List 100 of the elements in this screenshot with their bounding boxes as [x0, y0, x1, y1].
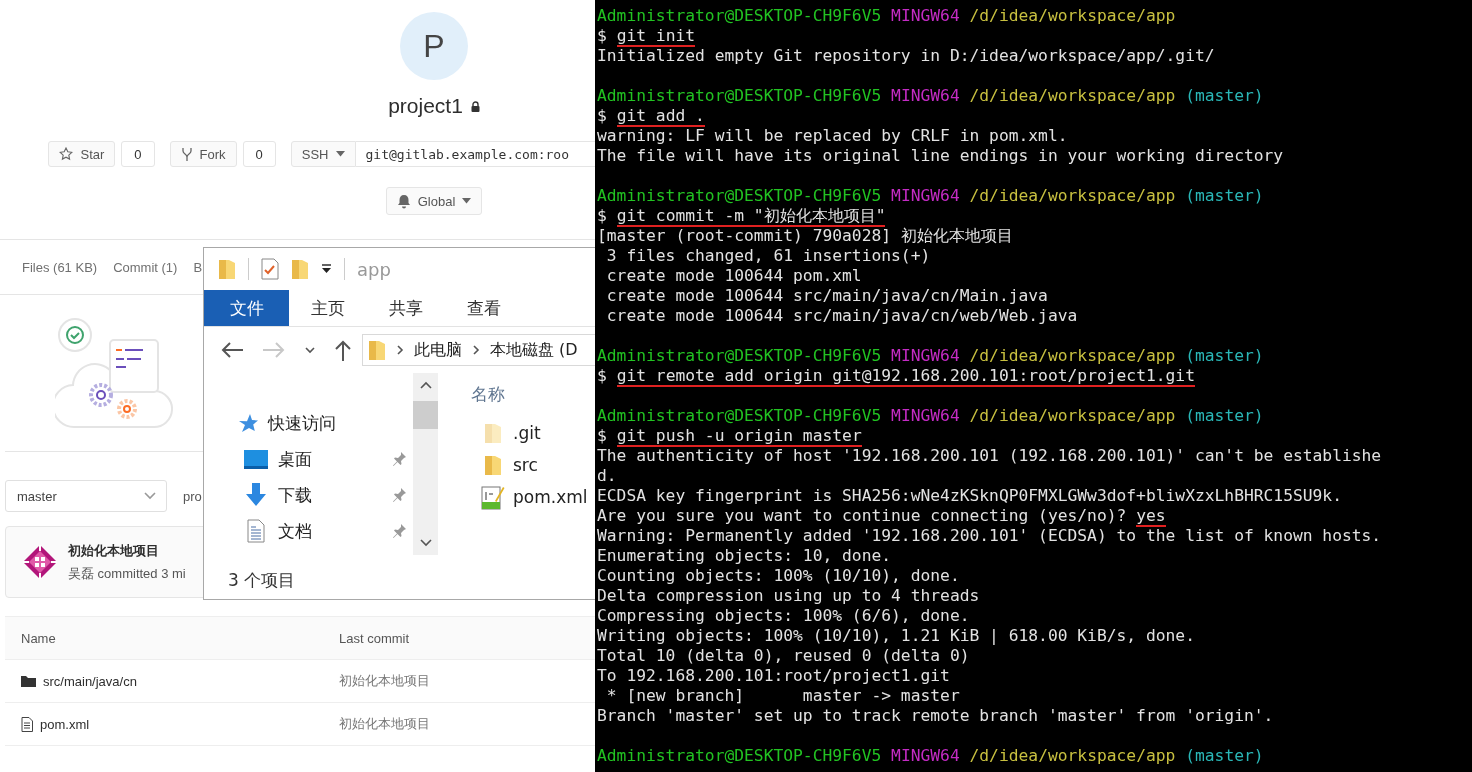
fork-button[interactable]: Fork — [169, 141, 237, 167]
prompt-symbol: $ — [597, 26, 607, 45]
nav-item[interactable]: 快速访问 — [268, 411, 336, 435]
output-line: create mode 100644 src/main/java/cn/web/Web.java — [605, 306, 1078, 325]
nav-item[interactable]: 文档 — [278, 519, 312, 543]
back-arrow-icon[interactable] — [220, 341, 244, 359]
command-text: git push -u origin master — [616, 426, 862, 447]
prompt-shell: MINGW64 — [891, 6, 960, 25]
prompt-branch: (master) — [1185, 406, 1264, 425]
output-line: d. — [597, 466, 617, 485]
command-text: git remote add origin git@192.168.200.101:root/project1.git — [616, 366, 1195, 387]
caret-icon — [335, 151, 345, 157]
prompt-symbol: $ — [597, 206, 607, 225]
star-count: 0 — [121, 141, 155, 167]
output-line: * [new branch] master -> master — [605, 686, 960, 705]
prompt-shell: MINGW64 — [891, 746, 960, 765]
output-line: Enumerating objects: 10, done. — [597, 546, 892, 565]
scrollbar-thumb[interactable] — [413, 401, 438, 429]
folder-icon — [368, 339, 386, 361]
prompt-branch: (master) — [1185, 346, 1264, 365]
file-name[interactable]: src — [513, 455, 538, 475]
column-header[interactable]: 名称 — [471, 383, 588, 407]
commit-message-link[interactable]: 初始化本地项目 — [339, 715, 430, 733]
prompt-user: Administrator@DESKTOP-CH9F6V5 — [597, 346, 882, 365]
prompt-path: /d/idea/workspace/app — [969, 406, 1176, 425]
prompt-user: Administrator@DESKTOP-CH9F6V5 — [597, 406, 882, 425]
chevron-icon[interactable] — [472, 344, 480, 356]
properties-icon[interactable] — [261, 258, 279, 280]
output-line: warning: LF will be replaced by CRLF in pom.xml. — [597, 126, 1068, 145]
output-line: create mode 100644 src/main/java/cn/Main.java — [605, 286, 1048, 305]
branch-dropdown[interactable]: master — [5, 480, 167, 512]
output-line: Total 10 (delta 0), reused 0 (delta 0) — [597, 646, 970, 665]
document-icon — [247, 519, 265, 543]
prompt-branch: (master) — [1185, 86, 1264, 105]
prompt-user: Administrator@DESKTOP-CH9F6V5 — [597, 746, 882, 765]
desktop-icon — [244, 449, 268, 469]
file-name[interactable]: .git — [513, 423, 541, 443]
command-text: git commit -m "初始化本地项目" — [616, 206, 886, 227]
bell-icon — [396, 193, 411, 209]
fork-icon — [180, 146, 193, 162]
output-line: Writing objects: 100% (10/10), 1.21 KiB | 618.00 KiB/s, done. — [597, 626, 1195, 645]
prompt-symbol: $ — [597, 366, 607, 385]
output-line: To 192.168.200.101:root/project1.git — [597, 666, 950, 685]
ribbon-tab[interactable]: 文件 — [204, 290, 289, 326]
ribbon-tab[interactable]: 查看 — [445, 290, 523, 326]
output-line: [master (root-commit) 790a028] 初始化本地项目 — [597, 226, 1013, 245]
column-header: Last commit — [339, 630, 410, 646]
output-line: Compressing objects: 100% (6/6), done. — [597, 606, 970, 625]
prompt-symbol: $ — [597, 426, 607, 445]
up-arrow-icon[interactable] — [334, 339, 352, 361]
breadcrumb-path[interactable]: pro — [183, 488, 202, 504]
nav-item[interactable]: 下载 — [278, 483, 312, 507]
output-line: Branch 'master' set up to track remote branch 'master' from 'origin'. — [597, 706, 1274, 725]
stat-link[interactable]: Files (61 KB) — [22, 259, 98, 275]
prompt-branch: (master) — [1185, 746, 1264, 765]
output-line: ECDSA key fingerprint is SHA256:wNe4zKSknQP0FMXLGWw3dof+bliwXzxLhBHRC15SU9k. — [597, 486, 1342, 505]
breadcrumb-item[interactable]: 本地磁盘 (D — [490, 339, 578, 361]
protocol-dropdown[interactable]: SSH — [290, 141, 356, 167]
chevron-icon[interactable] — [396, 344, 404, 356]
notification-dropdown[interactable]: Global — [385, 187, 483, 215]
output-line: Delta compression using up to 4 threads — [597, 586, 980, 605]
output-line: Are you sure you want to continue connecting (yes/no)? — [597, 506, 1127, 525]
prompt-path: /d/idea/workspace/app — [969, 746, 1176, 765]
chevron-up-icon[interactable] — [419, 381, 432, 389]
scrollbar[interactable] — [413, 373, 438, 555]
clone-url-field[interactable]: git@gitlab.example.com:roo — [355, 141, 595, 167]
star-button[interactable]: Star — [48, 141, 116, 167]
stat-link[interactable]: Commit (1) — [113, 259, 178, 275]
chevron-down-icon[interactable] — [419, 539, 432, 547]
prompt-shell: MINGW64 — [891, 86, 960, 105]
star-icon — [238, 413, 258, 433]
download-arrow-icon — [245, 483, 267, 507]
file-name[interactable]: pom.xml — [513, 487, 588, 507]
breadcrumb-item[interactable]: 此电脑 — [414, 339, 462, 361]
prompt-path: /d/idea/workspace/app — [969, 186, 1176, 205]
ribbon-tab[interactable]: 主页 — [289, 290, 367, 326]
branch-name: master — [17, 488, 57, 504]
prompt-path: /d/idea/workspace/app — [969, 86, 1176, 105]
ribbon-tab[interactable]: 共享 — [367, 290, 445, 326]
file-name-link[interactable]: pom.xml — [40, 716, 90, 732]
identicon-icon — [22, 544, 58, 580]
prompt-shell: MINGW64 — [891, 346, 960, 365]
file-name-link[interactable]: src/main/java/cn — [43, 673, 137, 689]
commit-meta: 吴磊 committed 3 mi — [68, 564, 186, 583]
dropdown-icon[interactable] — [321, 264, 332, 274]
window-title: app — [357, 258, 391, 280]
commit-message[interactable]: 初始化本地项目 — [68, 541, 186, 560]
commit-message-link[interactable]: 初始化本地项目 — [339, 672, 430, 690]
status-text: 3 个项目 — [227, 568, 297, 592]
prompt-symbol: $ — [597, 106, 607, 125]
output-line: Counting objects: 100% (10/10), done. — [597, 566, 960, 585]
stat-link[interactable]: B — [193, 259, 203, 275]
output-line: The file will have its original line endings in your working directory — [597, 146, 1284, 165]
command-text: git init — [616, 26, 696, 47]
file-icon — [21, 716, 33, 732]
prompt-path: /d/idea/workspace/app — [969, 6, 1176, 25]
prompt-user: Administrator@DESKTOP-CH9F6V5 — [597, 186, 882, 205]
prompt-shell: MINGW64 — [891, 406, 960, 425]
chevron-icon[interactable] — [304, 346, 316, 354]
nav-item[interactable]: 桌面 — [278, 447, 312, 471]
